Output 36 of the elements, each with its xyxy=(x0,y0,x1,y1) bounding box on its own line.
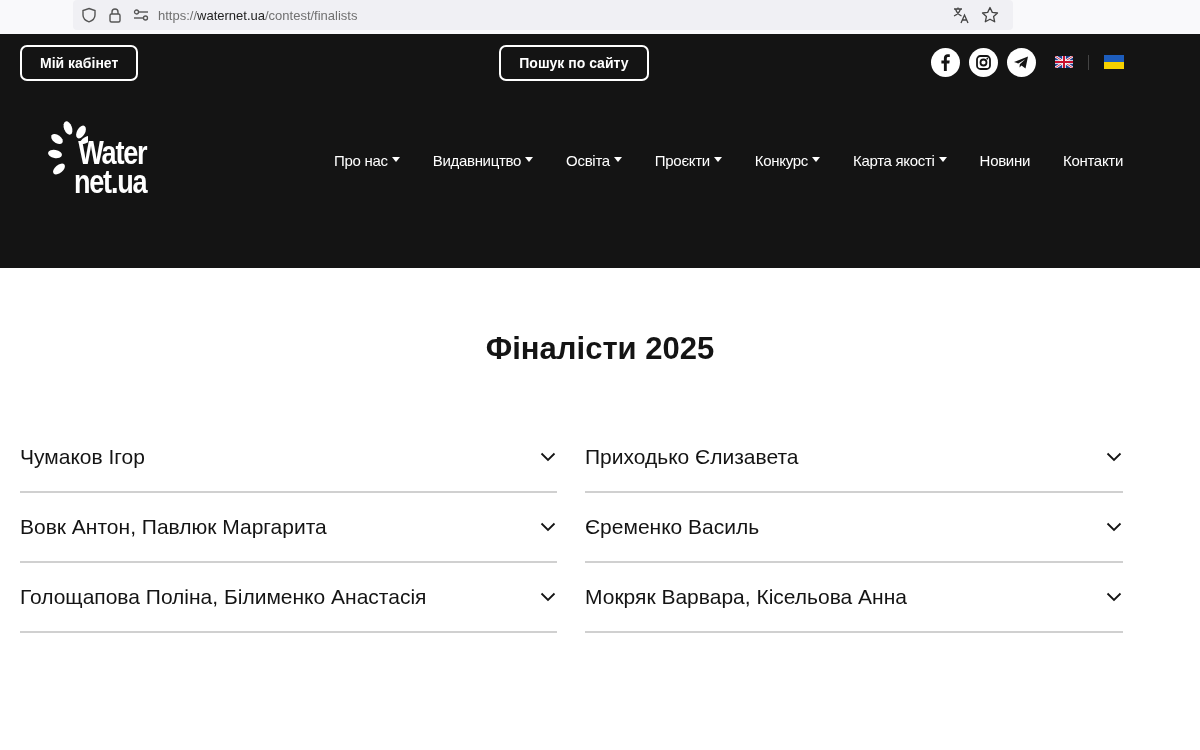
nav-link[interactable]: Про нас xyxy=(334,151,400,169)
waternet-logo[interactable]: Water net.ua xyxy=(48,120,163,196)
accordion-item[interactable]: Чумаков Ігор xyxy=(20,423,557,493)
accordion-item[interactable]: Вовк Антон, Павлюк Маргарита xyxy=(20,493,557,563)
shield-icon xyxy=(81,7,97,23)
facebook-icon[interactable] xyxy=(931,47,960,77)
url-text: https://waternet.ua/contest/finalists xyxy=(158,7,358,23)
uk-flag-icon[interactable] xyxy=(1055,56,1073,68)
site-search-button[interactable]: Пошук по сайту xyxy=(499,45,649,81)
star-icon[interactable] xyxy=(981,6,999,24)
chevron-icon xyxy=(1106,592,1122,602)
accordion-item[interactable]: Приходько Єлизавета xyxy=(585,423,1123,493)
nav-link[interactable]: Карта якості xyxy=(853,151,947,169)
cabinet-button[interactable]: Мій кабінет xyxy=(20,45,139,81)
chevron-icon xyxy=(1106,452,1122,462)
accordion-item[interactable]: Єременко Василь xyxy=(585,493,1123,563)
telegram-icon[interactable] xyxy=(1007,47,1036,77)
chevron-icon xyxy=(540,592,556,602)
translate-icon[interactable] xyxy=(952,6,970,24)
instagram-icon[interactable] xyxy=(969,47,998,77)
chevron-icon xyxy=(540,522,556,532)
chevron-icon xyxy=(1106,522,1122,532)
settings-icon[interactable] xyxy=(133,8,149,22)
ukraine-flag-icon[interactable] xyxy=(1104,55,1124,69)
nav-link[interactable]: Освіта xyxy=(566,151,622,169)
chevron-icon xyxy=(540,452,556,462)
nav-link[interactable]: Проєкти xyxy=(654,151,722,169)
address-bar[interactable]: https://waternet.ua/contest/finalists xyxy=(73,0,1013,30)
accordion-item[interactable]: Мокряк Варвара, Кісельова Анна xyxy=(585,563,1123,633)
nav-link[interactable]: Видавництво xyxy=(432,151,534,169)
accordion-item[interactable]: Голощапова Поліна, Білименко Анастасія xyxy=(20,563,557,633)
nav-link[interactable]: Конкурс xyxy=(754,151,820,169)
lock-icon xyxy=(108,7,122,23)
nav-link[interactable]: Новини xyxy=(979,151,1030,169)
page-title: Фіналісти 2025 xyxy=(484,331,716,367)
nav-link[interactable]: Контакти xyxy=(1063,151,1123,169)
